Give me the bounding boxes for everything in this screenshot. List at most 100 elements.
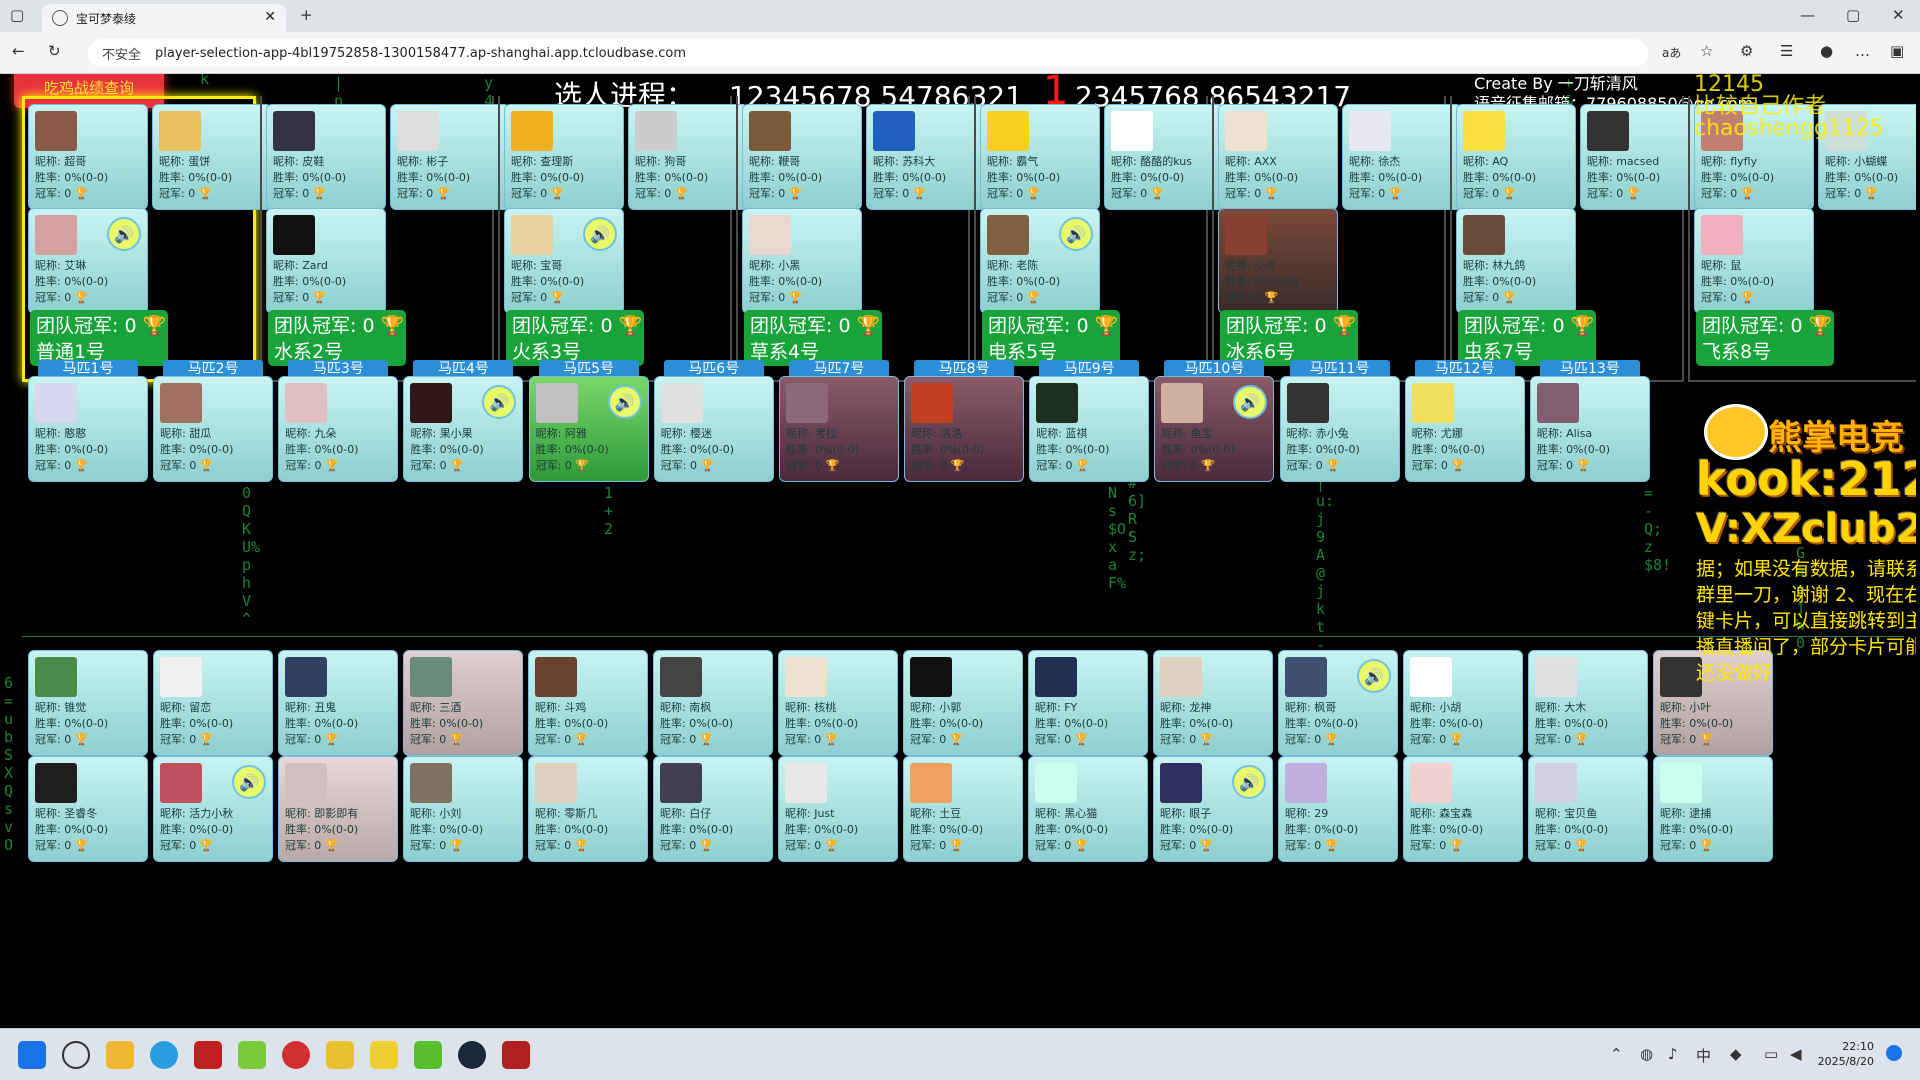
file-explorer-icon[interactable] — [106, 1041, 134, 1069]
game-app-icon[interactable] — [238, 1041, 266, 1069]
edge-icon[interactable] — [150, 1041, 178, 1069]
player-card[interactable]: 昵称: 小芳 胜率: 0%(0-0) 冠军: 0 🏆 — [1218, 208, 1338, 314]
start-icon[interactable] — [18, 1041, 46, 1069]
tray-network-icon[interactable]: ◍ — [1640, 1045, 1653, 1063]
player-card[interactable]: 昵称: 宝贝鱼 胜率: 0%(0-0) 冠军: 0 🏆 — [1528, 756, 1648, 862]
player-card[interactable]: 昵称: FY 胜率: 0%(0-0) 冠军: 0 🏆 — [1028, 650, 1148, 756]
dota-icon[interactable] — [502, 1041, 530, 1069]
player-card[interactable]: 昵称: 鼠胜率: 0%(0-0) 冠军: 0 🏆 — [1694, 208, 1814, 314]
player-app-icon[interactable] — [370, 1041, 398, 1069]
player-card[interactable]: 昵称: 大木 胜率: 0%(0-0) 冠军: 0 🏆 — [1528, 650, 1648, 756]
back-icon[interactable]: ← — [12, 42, 25, 60]
sidebar-icon[interactable]: ▣ — [1890, 42, 1904, 60]
player-card[interactable]: 昵称: 甜瓜 胜率: 0%(0-0) 冠军: 0 🏆 — [153, 376, 274, 482]
player-card[interactable]: 昵称: 酪酪的kus 胜率: 0%(0-0) 冠军: 0 🏆 — [1104, 104, 1224, 210]
player-card[interactable]: 昵称: 尤娜 胜率: 0%(0-0) 冠军: 0 🏆 — [1404, 376, 1525, 482]
player-card[interactable]: 🔊 昵称: 艾琳 胜率: 0%(0-0) 冠军: 0 🏆 — [28, 208, 148, 314]
player-card[interactable]: 昵称: macsed 胜率: 0%(0-0) 冠军: 0 🏆 — [1580, 104, 1700, 210]
speaker-icon[interactable]: 🔊 — [1232, 765, 1266, 799]
player-card[interactable]: 🔊 昵称: 活力小秋 胜率: 0%(0-0) 冠军: 0 🏆 — [153, 756, 273, 862]
player-card[interactable]: 昵称: 小胡 胜率: 0%(0-0) 冠军: 0 🏆 — [1403, 650, 1523, 756]
player-card[interactable]: 昵称: 查理斯 胜率: 0%(0-0) 冠军: 0 🏆 — [504, 104, 624, 210]
speaker-icon[interactable]: 🔊 — [583, 217, 617, 251]
player-card[interactable]: 昵称: 留恋 胜率: 0%(0-0) 冠军: 0 🏆 — [153, 650, 273, 756]
player-card[interactable]: 昵称: 林九鸽 胜率: 0%(0-0) 冠军: 0 🏆 — [1456, 208, 1576, 314]
voice-app-icon[interactable] — [194, 1041, 222, 1069]
favorites-icon[interactable]: ☰ — [1780, 42, 1793, 60]
player-card[interactable]: 🔊 昵称: 阿雅 胜率: 0%(0-0) 冠军: 0 🏆 — [528, 376, 649, 482]
player-card[interactable]: 昵称: 森宝森 胜率: 0%(0-0) 冠军: 0 🏆 — [1403, 756, 1523, 862]
tray-app-icon[interactable]: ◆ — [1730, 1045, 1742, 1063]
speaker-icon[interactable]: 🔊 — [1059, 217, 1093, 251]
speaker-icon[interactable]: 🔊 — [107, 217, 141, 251]
player-card[interactable]: 昵称: 洛洛 胜率: 0%(0-0) 冠军: 0 🏆 — [904, 376, 1025, 482]
browser-tab[interactable]: 宝可梦泰绫 ✕ — [42, 4, 286, 32]
close-tab-icon[interactable]: ✕ — [264, 9, 276, 25]
player-card[interactable]: 🔊 昵称: 枫哥 胜率: 0%(0-0) 冠军: 0 🏆 — [1278, 650, 1398, 756]
speaker-icon[interactable]: 🔊 — [1233, 385, 1268, 419]
url-field[interactable]: 不安全 player-selection-app-4bl19752858-1300… — [88, 39, 1648, 67]
player-card[interactable]: 昵称: 小黑 胜率: 0%(0-0) 冠军: 0 🏆 — [742, 208, 862, 314]
player-card[interactable]: 昵称: 小郭 胜率: 0%(0-0) 冠军: 0 🏆 — [903, 650, 1023, 756]
player-card[interactable]: 昵称: 樱迷 胜率: 0%(0-0) 冠军: 0 🏆 — [653, 376, 774, 482]
player-card[interactable]: 昵称: 三酒 胜率: 0%(0-0) 冠军: 0 🏆 — [403, 650, 523, 756]
speaker-icon[interactable]: 🔊 — [607, 385, 642, 419]
player-card[interactable]: 🔊 昵称: 鱼宝 胜率: 0%(0-0) 冠军: 0 🏆 — [1154, 376, 1275, 482]
steam-icon[interactable] — [458, 1041, 486, 1069]
player-card[interactable]: 昵称: Zard 胜率: 0%(0-0) 冠军: 0 🏆 — [266, 208, 386, 314]
player-card[interactable]: 昵称: 即影即有 胜率: 0%(0-0) 冠军: 0 🏆 — [278, 756, 398, 862]
player-card[interactable]: 昵称: 零斯几 胜率: 0%(0-0) 冠军: 0 🏆 — [528, 756, 648, 862]
minimize-icon[interactable]: — — [1800, 6, 1815, 24]
player-card[interactable]: 昵称: 徐杰 胜率: 0%(0-0) 冠军: 0 🏆 — [1342, 104, 1462, 210]
search-icon[interactable] — [62, 1041, 90, 1069]
maximize-icon[interactable]: ▢ — [1846, 6, 1860, 24]
player-card[interactable]: 昵称: 赤小兔 胜率: 0%(0-0) 冠军: 0 🏆 — [1279, 376, 1400, 482]
player-card[interactable]: 昵称: 考拉 胜率: 0%(0-0) 冠军: 0 🏆 — [778, 376, 899, 482]
favorite-star-icon[interactable]: ☆ — [1700, 42, 1713, 60]
speaker-icon[interactable]: 🔊 — [1357, 659, 1391, 693]
player-card[interactable]: 昵称: 霸气 胜率: 0%(0-0) 冠军: 0 🏆 — [980, 104, 1100, 210]
player-card[interactable]: 昵称: 龙神 胜率: 0%(0-0) 冠军: 0 🏆 — [1153, 650, 1273, 756]
player-card[interactable]: 昵称: 鞭哥 胜率: 0%(0-0) 冠军: 0 🏆 — [742, 104, 862, 210]
player-card[interactable]: 昵称: 29 胜率: 0%(0-0) 冠军: 0 🏆 — [1278, 756, 1398, 862]
player-card[interactable]: 昵称: 土豆 胜率: 0%(0-0) 冠军: 0 🏆 — [903, 756, 1023, 862]
player-card[interactable]: 昵称: 斗鸡 胜率: 0%(0-0) 冠军: 0 🏆 — [528, 650, 648, 756]
close-window-icon[interactable]: ✕ — [1892, 6, 1905, 24]
player-card[interactable]: 🔊 昵称: 老陈 胜率: 0%(0-0) 冠军: 0 🏆 — [980, 208, 1100, 314]
player-card[interactable]: 昵称: 蛋饼 胜率: 0%(0-0) 冠军: 0 🏆 — [152, 104, 272, 210]
player-card[interactable]: 昵称: Alisa 胜率: 0%(0-0) 冠军: 0 🏆 — [1529, 376, 1650, 482]
player-card[interactable]: 昵称: 九朵 胜率: 0%(0-0) 冠军: 0 🏆 — [278, 376, 399, 482]
player-card[interactable]: 昵称: AQ 胜率: 0%(0-0) 冠军: 0 🏆 — [1456, 104, 1576, 210]
player-card[interactable]: 昵称: 核桃 胜率: 0%(0-0) 冠军: 0 🏆 — [778, 650, 898, 756]
player-card[interactable]: 昵称: 皮鞋 胜率: 0%(0-0) 冠军: 0 🏆 — [266, 104, 386, 210]
notification-badge-icon[interactable] — [1886, 1045, 1902, 1061]
player-card[interactable]: 昵称: 白仔 胜率: 0%(0-0) 冠军: 0 🏆 — [653, 756, 773, 862]
security-warning[interactable]: 不安全 — [102, 44, 141, 63]
player-card[interactable]: 🔊 昵称: 宝哥 胜率: 0%(0-0) 冠军: 0 🏆 — [504, 208, 624, 314]
refresh-icon[interactable]: ↻ — [48, 42, 61, 60]
player-card[interactable]: 昵称: 蓝祺 胜率: 0%(0-0) 冠军: 0 🏆 — [1029, 376, 1150, 482]
profile-icon[interactable]: ● — [1820, 42, 1833, 60]
player-card[interactable]: 昵称: 南枫 胜率: 0%(0-0) 冠军: 0 🏆 — [653, 650, 773, 756]
player-card[interactable]: 昵称: 憨憨 胜率: 0%(0-0) 冠军: 0 🏆 — [28, 376, 148, 482]
clock[interactable]: 22:10 2025/8/20 — [1818, 1039, 1874, 1069]
wechat-icon[interactable] — [414, 1041, 442, 1069]
tab-actions-icon[interactable]: ▢ — [10, 6, 24, 24]
tray-chevron-icon[interactable]: ⌃ — [1610, 1045, 1623, 1063]
player-card[interactable]: 昵称: 黑心猫 胜率: 0%(0-0) 冠军: 0 🏆 — [1028, 756, 1148, 862]
tray-volume-icon[interactable]: ◀ — [1790, 1045, 1802, 1063]
player-card[interactable]: 昵称: AXX 胜率: 0%(0-0) 冠军: 0 🏆 — [1218, 104, 1338, 210]
player-card[interactable]: 昵称: 彬子 胜率: 0%(0-0) 冠军: 0 🏆 — [390, 104, 510, 210]
extensions-icon[interactable]: ⚙ — [1740, 42, 1753, 60]
player-card[interactable]: 昵称: 苏科大 胜率: 0%(0-0) 冠军: 0 🏆 — [866, 104, 986, 210]
player-card[interactable]: 昵称: 超哥 胜率: 0%(0-0) 冠军: 0 🏆 — [28, 104, 148, 210]
more-icon[interactable]: … — [1855, 42, 1870, 60]
speaker-icon[interactable]: 🔊 — [232, 765, 266, 799]
player-card[interactable]: 昵称: 小刘 胜率: 0%(0-0) 冠军: 0 🏆 — [403, 756, 523, 862]
player-card[interactable]: 🔊 昵称: 果小果 胜率: 0%(0-0) 冠军: 0 🏆 — [403, 376, 524, 482]
tray-mic-icon[interactable]: ♪ — [1668, 1045, 1678, 1063]
record-app-icon[interactable] — [282, 1041, 310, 1069]
player-card[interactable]: 🔊 昵称: 眼子 胜率: 0%(0-0) 冠军: 0 🏆 — [1153, 756, 1273, 862]
player-card[interactable]: 昵称: 丑鬼 胜率: 0%(0-0) 冠军: 0 🏆 — [278, 650, 398, 756]
read-aloud-icon[interactable]: aあ — [1662, 44, 1681, 61]
